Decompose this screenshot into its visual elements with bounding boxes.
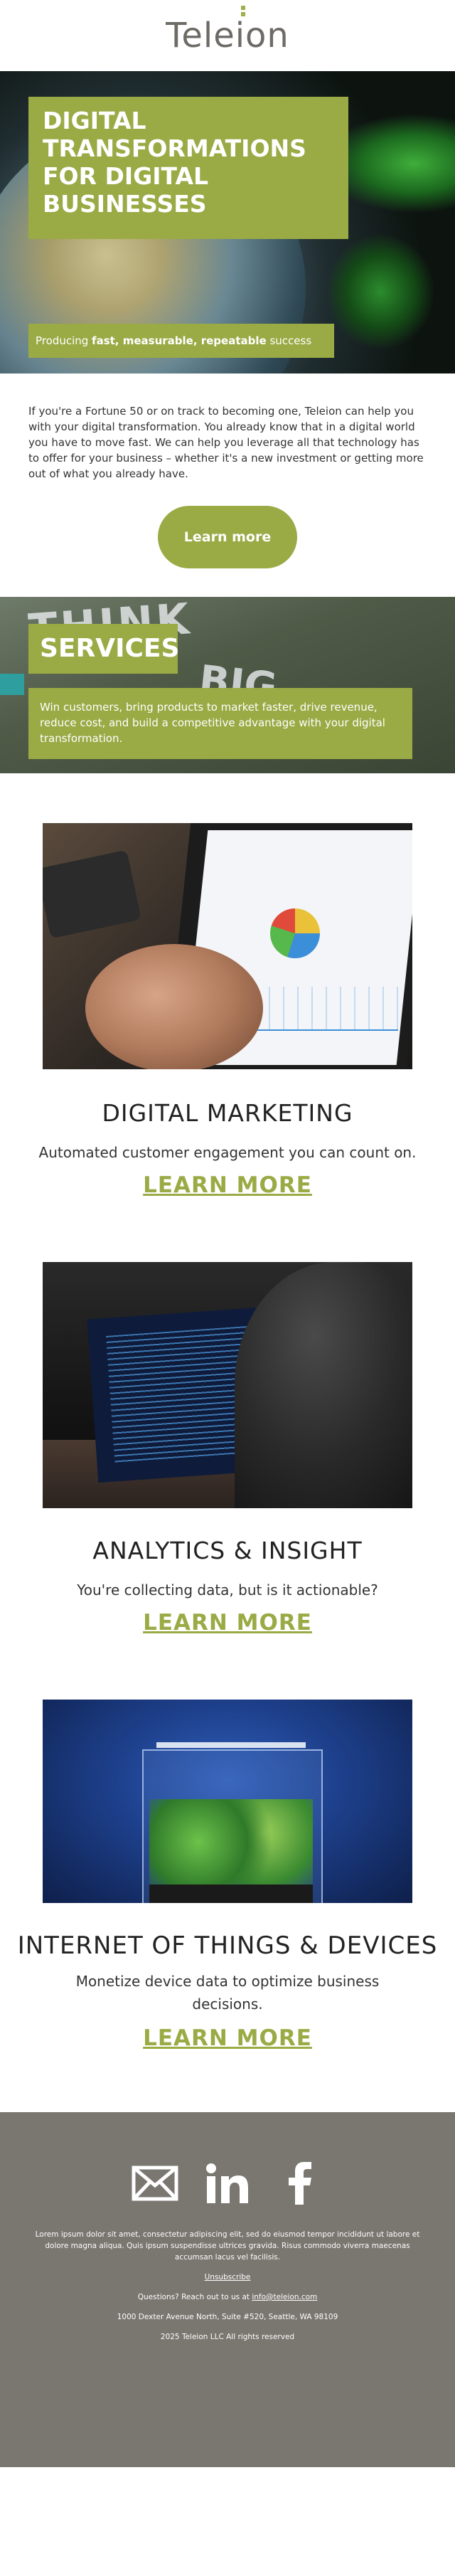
feature-description: Automated customer engagement you can co… xyxy=(38,1144,417,1161)
hero-banner: DIGITAL TRANSFORMATIONS FOR DIGITAL BUSI… xyxy=(0,71,455,373)
feature-iot: INTERNET OF THINGS & DEVICES Monetize de… xyxy=(0,1636,455,2051)
hero-subtitle: Producing fast, measurable, repeatable s… xyxy=(28,324,334,358)
header: Teleion xyxy=(0,0,455,71)
laptop-code-image xyxy=(43,1262,412,1508)
unsubscribe-link[interactable]: Unsubscribe xyxy=(0,2263,455,2283)
intro-text: If you're a Fortune 50 or on track to be… xyxy=(28,405,424,480)
tablet-analytics-image xyxy=(43,823,412,1069)
hero-title: DIGITAL TRANSFORMATIONS FOR DIGITAL BUSI… xyxy=(28,97,348,239)
feature-title: ANALYTICS & INSIGHT xyxy=(92,1537,363,1564)
feature-digital-marketing: DIGITAL MARKETING Automated customer eng… xyxy=(0,773,455,1198)
social-icons xyxy=(0,2112,455,2205)
feature-title: INTERNET OF THINGS & DEVICES xyxy=(17,1931,438,1960)
email-page: Teleion DIGITAL TRANSFORMATIONS FOR DIGI… xyxy=(0,0,455,2467)
feature-title: DIGITAL MARKETING xyxy=(102,1099,353,1127)
intro-button-wrap: Learn more xyxy=(0,482,455,597)
services-description: Win customers, bring products to market … xyxy=(28,688,412,759)
logo-text: Teleion xyxy=(166,16,289,55)
linkedin-icon[interactable] xyxy=(204,2162,251,2205)
footer-questions-text: Questions? Reach out to us at xyxy=(137,2293,252,2301)
terrarium-image xyxy=(43,1700,412,1903)
hero-subtitle-suffix: success xyxy=(266,334,312,347)
logo[interactable]: Teleion xyxy=(166,6,289,55)
services-title: SERVICES xyxy=(28,624,179,674)
logo-dots xyxy=(241,6,246,18)
footer: Lorem ipsum dolor sit amet, consectetur … xyxy=(0,2112,455,2467)
hero-subtitle-highlight: fast, measurable, repeatable xyxy=(92,334,267,347)
learn-more-link[interactable]: LEARN MORE xyxy=(0,2015,455,2051)
mail-icon[interactable] xyxy=(132,2162,178,2205)
decorative-teal-block xyxy=(0,674,24,695)
hero-subtitle-prefix: Producing xyxy=(36,334,92,347)
services-banner: THINK BIG SERVICES Win customers, bring … xyxy=(0,597,455,773)
learn-more-button[interactable]: Learn more xyxy=(158,506,297,568)
hero-foliage xyxy=(327,235,434,349)
feature-description: You're collecting data, but is it action… xyxy=(77,1581,378,1599)
facebook-icon[interactable] xyxy=(277,2162,323,2205)
learn-more-link[interactable]: LEARN MORE xyxy=(0,1601,455,1636)
footer-questions: Questions? Reach out to us at info@telei… xyxy=(0,2283,455,2303)
learn-more-link[interactable]: LEARN MORE xyxy=(0,1164,455,1198)
feature-analytics: ANALYTICS & INSIGHT You're collecting da… xyxy=(0,1198,455,1636)
feature-description: Monetize device data to optimize busines… xyxy=(75,1973,380,2013)
footer-lorem: Lorem ipsum dolor sit amet, consectetur … xyxy=(35,2230,420,2262)
footer-address: 1000 Dexter Avenue North, Suite #520, Se… xyxy=(117,2313,338,2321)
email-link[interactable]: info@teleion.com xyxy=(252,2293,317,2301)
footer-copyright: 2025 Teleion LLC All rights reserved xyxy=(160,2333,295,2341)
